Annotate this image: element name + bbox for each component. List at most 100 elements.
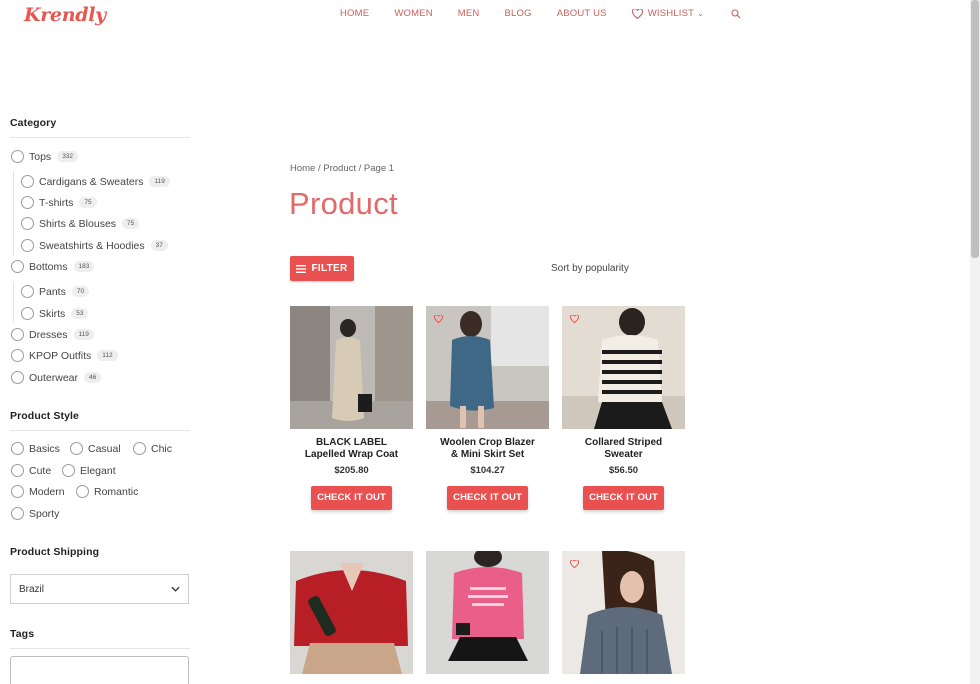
- category-skirts[interactable]: Skirts 53: [21, 307, 89, 320]
- checkbox[interactable]: [11, 328, 24, 341]
- product-title[interactable]: Collared Striped Sweater: [562, 437, 685, 461]
- wishlist-label: WISHLIST: [647, 8, 695, 19]
- count-badge: 119: [73, 329, 94, 340]
- product-image[interactable]: [562, 306, 685, 429]
- wishlist-heart-icon[interactable]: [434, 315, 443, 323]
- subcategory-line: [13, 171, 14, 255]
- page-scrollbar[interactable]: [970, 0, 980, 684]
- wishlist-heart-icon[interactable]: [570, 315, 579, 323]
- style-sporty[interactable]: Sporty: [11, 507, 59, 520]
- product-card[interactable]: [290, 551, 413, 674]
- shipping-country-select[interactable]: Brazil: [10, 574, 189, 604]
- style-label: Romantic: [94, 485, 139, 498]
- checkbox[interactable]: [11, 485, 24, 498]
- category-outerwear[interactable]: Outerwear 46: [11, 371, 102, 384]
- nav-home[interactable]: HOME: [340, 8, 369, 19]
- count-badge: 70: [71, 286, 90, 297]
- product-title[interactable]: BLACK LABEL Lapelled Wrap Coat: [290, 437, 413, 461]
- main-nav: HOME WOMEN MEN BLOG ABOUT US WISHLIST ⌄: [340, 8, 771, 19]
- product-image[interactable]: [290, 306, 413, 429]
- category-label: Sweatshirts & Hoodies: [39, 239, 145, 252]
- title-line: Lapelled Wrap Coat: [304, 449, 399, 460]
- category-label: Pants: [39, 285, 66, 298]
- checkbox[interactable]: [133, 442, 146, 455]
- category-label: Tops: [29, 150, 52, 163]
- scrollbar-thumb[interactable]: [971, 0, 979, 258]
- wishlist-heart-icon[interactable]: [570, 560, 579, 568]
- product-image[interactable]: [562, 551, 685, 674]
- title-line: BLACK LABEL: [315, 437, 388, 448]
- style-basics[interactable]: Basics: [11, 442, 60, 455]
- category-t-shirts[interactable]: T-shirts 75: [21, 196, 97, 209]
- nav-wishlist[interactable]: WISHLIST ⌄: [631, 8, 704, 19]
- check-it-out-button[interactable]: CHECK IT OUT: [583, 486, 664, 510]
- checkbox[interactable]: [21, 307, 34, 320]
- category-dresses[interactable]: Dresses 119: [11, 328, 94, 341]
- style-label: Chic: [151, 442, 173, 455]
- subcategory-line: [13, 282, 14, 322]
- title-line: Woolen Crop Blazer: [440, 437, 535, 448]
- style-section: Product Style: [10, 410, 190, 431]
- product-image[interactable]: [290, 551, 413, 674]
- product-price: $205.80: [334, 465, 369, 476]
- check-it-out-button[interactable]: CHECK IT OUT: [311, 486, 392, 510]
- checkbox[interactable]: [11, 349, 24, 362]
- checkbox[interactable]: [11, 150, 24, 163]
- filter-button[interactable]: FILTER: [290, 256, 354, 281]
- style-modern[interactable]: Modern: [11, 485, 65, 498]
- title-line: & Mini Skirt Set: [450, 449, 525, 460]
- checkbox[interactable]: [11, 260, 24, 273]
- title-line: Collared Striped: [584, 437, 663, 448]
- category-shirts-blouses[interactable]: Shirts & Blouses 75: [21, 217, 140, 230]
- nav-men[interactable]: MEN: [458, 8, 480, 19]
- checkbox[interactable]: [11, 507, 24, 520]
- category-label: Dresses: [29, 328, 68, 341]
- style-label: Basics: [29, 442, 60, 455]
- checkbox[interactable]: [62, 464, 75, 477]
- nav-women[interactable]: WOMEN: [394, 8, 432, 19]
- style-romantic[interactable]: Romantic: [76, 485, 138, 498]
- checkbox[interactable]: [21, 239, 34, 252]
- checkbox[interactable]: [70, 442, 83, 455]
- category-label: Shirts & Blouses: [39, 217, 117, 230]
- checkbox[interactable]: [21, 175, 34, 188]
- product-title[interactable]: Woolen Crop Blazer & Mini Skirt Set: [426, 437, 549, 461]
- checkbox[interactable]: [21, 285, 34, 298]
- checkbox[interactable]: [21, 196, 34, 209]
- category-sweatshirts-hoodies[interactable]: Sweatshirts & Hoodies 37: [21, 239, 168, 252]
- sort-dropdown[interactable]: Sort by popularity: [551, 263, 629, 274]
- category-kpop-outfits[interactable]: KPOP Outfits 112: [11, 349, 118, 362]
- product-image[interactable]: [426, 306, 549, 429]
- check-it-out-button[interactable]: CHECK IT OUT: [447, 486, 528, 510]
- checkbox[interactable]: [21, 217, 34, 230]
- style-chic[interactable]: Chic: [133, 442, 172, 455]
- style-cute[interactable]: Cute: [11, 464, 51, 477]
- nav-about-us[interactable]: ABOUT US: [557, 8, 607, 19]
- product-card[interactable]: BLACK LABEL Lapelled Wrap Coat $205.80 CH…: [290, 306, 413, 510]
- product-card[interactable]: Collared Striped Sweater $56.50 CHECK IT …: [562, 306, 685, 510]
- product-card[interactable]: Woolen Crop Blazer & Mini Skirt Set $104.…: [426, 306, 549, 510]
- checkbox[interactable]: [11, 464, 24, 477]
- nav-blog[interactable]: BLOG: [505, 8, 532, 19]
- category-bottoms[interactable]: Bottoms 183: [11, 260, 95, 273]
- checkbox[interactable]: [11, 371, 24, 384]
- style-label: Casual: [88, 442, 121, 455]
- style-casual[interactable]: Casual: [70, 442, 121, 455]
- count-badge: 119: [149, 176, 170, 187]
- checkbox[interactable]: [11, 442, 24, 455]
- category-tops[interactable]: Tops 332: [11, 150, 79, 163]
- product-image[interactable]: [426, 551, 549, 674]
- filter-label: FILTER: [311, 263, 348, 274]
- category-pants[interactable]: Pants 70: [21, 285, 90, 298]
- checkbox[interactable]: [76, 485, 89, 498]
- style-elegant[interactable]: Elegant: [62, 464, 116, 477]
- category-cardigans-sweaters[interactable]: Cardigans & Sweaters 119: [21, 175, 170, 188]
- category-label: KPOP Outfits: [29, 349, 92, 362]
- style-label: Elegant: [80, 464, 116, 477]
- tags-input[interactable]: [10, 656, 189, 684]
- search-icon[interactable]: [731, 8, 746, 19]
- product-card[interactable]: [426, 551, 549, 674]
- divider: [10, 430, 190, 431]
- product-card[interactable]: [562, 551, 685, 674]
- brand-logo[interactable]: Krendly: [24, 4, 106, 26]
